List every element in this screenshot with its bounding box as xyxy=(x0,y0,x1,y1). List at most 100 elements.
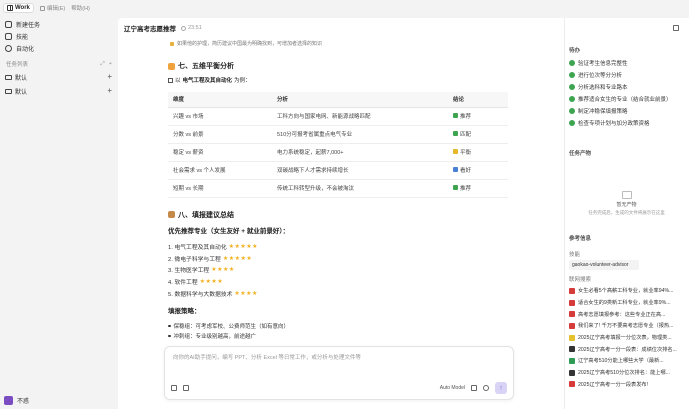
ref-title: 2025辽宁高考510分位次排名：能上哪... xyxy=(578,370,670,377)
main-panel: 辽宁高考志愿推荐 23:51 如果他的护理，简历建议中国最为明确找到，可增加者选… xyxy=(118,18,564,409)
status-icon xyxy=(453,185,458,191)
sub-bold: 电气工程及其自动化 xyxy=(182,78,233,84)
ref-link-item[interactable]: 辽宁高考510分能上哪些大学（最新... xyxy=(565,355,689,367)
todo-title: 待办 xyxy=(569,48,581,54)
balance-table: 维度 分析 结论 兴趣 vs 市场 工科方向与国家电网、新能源战略匹配 推荐 分数 v… xyxy=(168,92,508,198)
mic-icon[interactable] xyxy=(483,385,489,391)
plus-icon[interactable]: + xyxy=(107,73,112,81)
status-icon xyxy=(453,131,458,137)
tip-text: 如果他的护理，简历建议中国最为明确找到，可增加者选择的知识 xyxy=(177,41,323,47)
todo-item[interactable]: 进行位次等分分析 xyxy=(569,69,685,81)
web-search-label: 联网搜索 xyxy=(569,277,592,283)
strategy-title: 填报策略： xyxy=(168,307,201,315)
major-name: 1. 电气工程及其自动化 xyxy=(168,244,227,251)
ref-title: 2025辽宁高考一分一段表：成绩位次排名... xyxy=(578,346,677,353)
collapse-panel-icon[interactable] xyxy=(673,25,679,31)
check-circle-icon xyxy=(569,108,575,114)
ref-link-item[interactable]: 2025辽宁高考一分一段表发布! xyxy=(565,379,689,391)
nav-skills[interactable]: 技能 xyxy=(0,30,118,42)
todo-item[interactable]: 分析选科和专业路本 xyxy=(569,81,685,93)
refs-title: 参考信息 xyxy=(569,236,592,242)
star-rating: ★★★★ xyxy=(234,290,258,297)
cell-conclusion: 推荐 xyxy=(448,107,508,126)
ref-list: 女生必看5个高薪工科专业，就业率94%... 适合女生的9类新工科专业，就业率9%… xyxy=(565,285,689,390)
work-tab-label: Work xyxy=(15,5,30,11)
attach-icon[interactable] xyxy=(171,385,177,391)
cell-dimension: 分数 vs 前景 xyxy=(168,125,272,144)
folder-label: 默认 xyxy=(15,75,28,82)
cell-conclusion: 平衡 xyxy=(448,143,508,162)
cell-conclusion: 匹配 xyxy=(448,125,508,144)
image-icon[interactable] xyxy=(183,385,189,391)
cell-analysis: 工科方向与国家电网、新能源战略匹配 xyxy=(272,107,448,126)
model-selector[interactable]: Auto Model xyxy=(440,385,465,391)
priority-title: 优先推荐专业（女生友好 + 就业前景好）： xyxy=(168,227,290,235)
ref-title: 2025辽宁高考一分一段表发布! xyxy=(578,381,649,388)
favicon-icon xyxy=(569,287,575,294)
ref-link-item[interactable]: 2025辽宁高考一分一段表：成绩位次排名... xyxy=(565,343,689,355)
plus-icon[interactable]: + xyxy=(107,87,112,95)
ref-link-item[interactable]: 女生必看5个高薪工科专业，就业率94%... xyxy=(565,285,689,297)
cell-dimension: 稳定 vs 薪资 xyxy=(168,143,272,162)
section7-title: 七、五维平衡分析 xyxy=(178,63,234,70)
ref-title: 辽宁高考510分能上哪些大学（最新... xyxy=(578,358,664,365)
folder-icon xyxy=(5,88,12,94)
ref-title: 女生必看5个高薪工科专业，就业率94%... xyxy=(578,288,674,295)
top-menubar: Work 编辑(E) 帮助(H) xyxy=(0,0,118,16)
cell-conclusion: 推荐 xyxy=(448,179,508,198)
section7-heading: 七、五维平衡分析 xyxy=(168,61,514,71)
table-row: 短期 vs 长期 传统工科转型升级，不会被淘汰 推荐 xyxy=(168,179,508,198)
ref-link-item[interactable]: 2025辽宁高考填报一分位次表，物理类... xyxy=(565,332,689,344)
empty-title: 暂无产物 xyxy=(616,201,637,208)
right-panel: 待办 验证考生信息完整性进行位次等分分析 分析选科和专业路本 推荐适合女生的专业（结… xyxy=(564,18,689,409)
add-task-icon[interactable]: + xyxy=(109,61,112,68)
edit-icon xyxy=(39,5,45,11)
list-item: 2. 微电子科学与工程 ★★★★★ xyxy=(168,252,514,264)
task-list-label: 任务列表 xyxy=(6,62,29,68)
send-button[interactable]: ↑ xyxy=(495,382,507,394)
menu-help[interactable]: 帮助(H) xyxy=(71,4,90,12)
ref-link-item[interactable]: 2025辽宁高考510分位次排名：能上哪... xyxy=(565,367,689,379)
status-icon xyxy=(453,149,458,155)
skill-link[interactable]: gaokao-volunteer-advisor xyxy=(569,260,639,270)
nav-automation[interactable]: 自动化 xyxy=(0,42,118,54)
todo-label: 检查专项计划与加分政策资格 xyxy=(578,121,650,127)
chat-composer: Auto Model ↑ xyxy=(164,346,514,400)
bulb-icon xyxy=(170,41,174,46)
todo-item[interactable]: 推荐适合女生的专业（结合就业前景） xyxy=(569,93,685,105)
chat-input[interactable] xyxy=(173,353,503,367)
major-name: 5. 数据科学与大数据技术 xyxy=(168,291,233,298)
check-circle-icon xyxy=(569,60,575,66)
nav-new-task[interactable]: 新建任务 xyxy=(0,18,118,30)
skills-icon xyxy=(5,32,12,40)
menu-edit[interactable]: 编辑(E) xyxy=(39,4,66,12)
todo-item[interactable]: 制定冲稳保填报策略 xyxy=(569,105,685,117)
cell-dimension: 短期 vs 长期 xyxy=(168,179,272,198)
cell-dimension: 社会需求 vs 个人发展 xyxy=(168,161,272,180)
status-icon xyxy=(453,167,458,173)
sub-prefix: 以 xyxy=(175,78,181,84)
todo-item[interactable]: 检查专项计划与加分政策资格 xyxy=(569,117,685,129)
ref-link-item[interactable]: 我们来了! 千万不要高考志愿专业（报热... xyxy=(565,320,689,332)
balance-icon xyxy=(168,62,175,70)
folder-item[interactable]: 默认 + xyxy=(0,84,118,98)
favicon-icon xyxy=(569,357,575,364)
automation-icon xyxy=(5,44,12,52)
ref-link-item[interactable]: 高考志愿填报参考：这些专业正在高... xyxy=(565,308,689,320)
cell-analysis: 510分可报考省属重点电气专业 xyxy=(272,125,448,144)
tools-icon[interactable] xyxy=(471,385,477,391)
work-tab[interactable]: Work xyxy=(3,3,34,13)
menu-edit-label: 编辑(E) xyxy=(46,6,66,12)
folder-item[interactable]: 默认 + xyxy=(0,70,118,84)
cell-analysis: 双碳战略下人才需求持续增长 xyxy=(272,161,448,180)
ref-link-item[interactable]: 适合女生的9类新工科专业，就业率9%... xyxy=(565,297,689,309)
favicon-icon xyxy=(569,369,575,376)
majors-list: 1. 电气工程及其自动化 ★★★★★ 2. 微电子科学与工程 ★★★★★ 3. 生物医学… xyxy=(168,241,514,299)
expand-icon[interactable]: ⤢ xyxy=(100,61,104,68)
todo-item[interactable]: 验证考生信息完整性 xyxy=(569,57,685,69)
table-row: 稳定 vs 薪资 电力系统稳定，起薪7,000+ 平衡 xyxy=(168,143,508,162)
ref-title: 2025辽宁高考填报一分位次表，物理类... xyxy=(578,335,672,342)
nav-new-task-label: 新建任务 xyxy=(16,22,41,29)
todo-label: 验证考生信息完整性 xyxy=(578,61,628,67)
user-profile[interactable]: 不惑 xyxy=(4,396,29,405)
